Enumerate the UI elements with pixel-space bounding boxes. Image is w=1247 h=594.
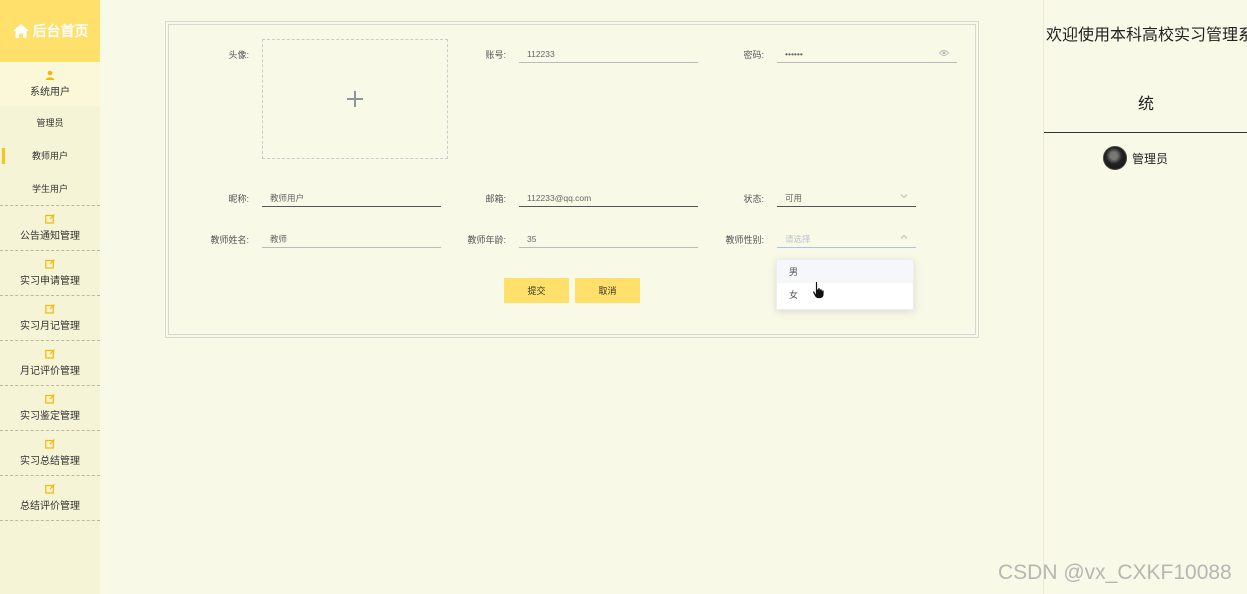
eye-icon[interactable] bbox=[939, 49, 949, 57]
status-select[interactable]: 可用 bbox=[777, 189, 916, 207]
nickname-value: 教师用户 bbox=[270, 192, 305, 203]
gender-dropdown: 男 女 bbox=[776, 259, 914, 310]
menu-label: 实习总结管理 bbox=[20, 456, 80, 467]
edit-icon bbox=[45, 304, 55, 314]
nickname-label: 昵称: bbox=[228, 194, 249, 204]
edit-icon bbox=[45, 439, 55, 449]
menu-head[interactable]: 实习月记管理 bbox=[0, 296, 100, 340]
menu-head[interactable]: 公告通知管理 bbox=[0, 206, 100, 250]
avatar-upload[interactable] bbox=[262, 39, 448, 159]
cancel-button[interactable]: 取消 bbox=[575, 278, 640, 303]
divider bbox=[1044, 132, 1247, 133]
plus-icon bbox=[347, 91, 363, 107]
edit-icon bbox=[45, 349, 55, 359]
username: 管理员 bbox=[1132, 151, 1169, 166]
menu-head[interactable]: 总结评价管理 bbox=[0, 476, 100, 520]
user-icon bbox=[45, 70, 55, 80]
menu-head[interactable]: 实习总结管理 bbox=[0, 431, 100, 475]
chevron-down-icon bbox=[900, 194, 908, 199]
teacher-name-input[interactable]: 教师 bbox=[262, 230, 441, 248]
email-input[interactable]: 112233@qq.com bbox=[519, 189, 698, 207]
teacher-gender-placeholder: 请选择 bbox=[785, 233, 811, 244]
status-label: 状态: bbox=[743, 194, 764, 204]
right-panel: 欢迎使用本科高校实习管理系 统 管理员 bbox=[1043, 0, 1247, 594]
home-link[interactable]: 后台首页 bbox=[0, 0, 100, 62]
menu-summary-review[interactable]: 总结评价管理 bbox=[0, 476, 100, 521]
nickname-input[interactable]: 教师用户 bbox=[262, 189, 441, 207]
sub-item-student[interactable]: 学生用户 bbox=[0, 172, 100, 205]
teacher-age-input[interactable]: 35 bbox=[519, 230, 698, 248]
sub-item-teacher[interactable]: 教师用户 bbox=[0, 139, 100, 172]
sidebar: 后台首页 系统用户 管理员 教师用户 学生用户 公告通知管理 实习申请管理 实习… bbox=[0, 0, 100, 594]
account-value: 112233 bbox=[527, 48, 555, 59]
menu-apply[interactable]: 实习申请管理 bbox=[0, 251, 100, 296]
password-input[interactable]: •••••• bbox=[777, 45, 957, 63]
brand-title: 后台首页 bbox=[32, 23, 89, 39]
email-label: 邮箱: bbox=[485, 194, 506, 204]
menu-head[interactable]: 月记评价管理 bbox=[0, 341, 100, 385]
user-info[interactable]: 管理员 bbox=[1103, 146, 1168, 170]
menu-monthly-review[interactable]: 月记评价管理 bbox=[0, 341, 100, 386]
menu-label: 月记评价管理 bbox=[20, 366, 80, 377]
gender-option-female[interactable]: 女 bbox=[777, 283, 913, 306]
password-value: •••••• bbox=[785, 48, 803, 59]
gender-option-male[interactable]: 男 bbox=[777, 260, 913, 283]
status-value: 可用 bbox=[785, 192, 803, 203]
hand-cursor-icon bbox=[812, 281, 825, 299]
menu-monthly[interactable]: 实习月记管理 bbox=[0, 296, 100, 341]
menu-label: 公告通知管理 bbox=[20, 231, 80, 242]
account-input[interactable]: 112233 bbox=[519, 45, 698, 63]
menu-group-users: 系统用户 管理员 教师用户 学生用户 bbox=[0, 62, 100, 206]
menu-label: 实习月记管理 bbox=[20, 321, 80, 332]
teacher-name-value: 教师 bbox=[270, 233, 288, 244]
teacher-name-label: 教师姓名: bbox=[210, 235, 249, 245]
password-label: 密码: bbox=[743, 50, 764, 60]
menu-system-users[interactable]: 系统用户 bbox=[0, 62, 100, 106]
avatar bbox=[1103, 146, 1127, 170]
menu-appraisal[interactable]: 实习鉴定管理 bbox=[0, 386, 100, 431]
teacher-age-value: 35 bbox=[527, 233, 537, 244]
edit-icon bbox=[45, 214, 55, 224]
menu-label: 系统用户 bbox=[30, 87, 70, 98]
edit-icon bbox=[45, 484, 55, 494]
teacher-gender-select[interactable]: 请选择 bbox=[777, 230, 916, 248]
watermark: CSDN @vx_CXKF10088 bbox=[998, 561, 1232, 584]
submit-button[interactable]: 提交 bbox=[504, 278, 569, 303]
email-value: 112233@qq.com bbox=[527, 192, 592, 203]
welcome-title-continued: 统 bbox=[1137, 96, 1154, 113]
sub-item-admin[interactable]: 管理员 bbox=[0, 106, 100, 139]
menu-head[interactable]: 实习鉴定管理 bbox=[0, 386, 100, 430]
edit-icon bbox=[45, 394, 55, 404]
teacher-age-label: 教师年龄: bbox=[467, 235, 506, 245]
menu-summary[interactable]: 实习总结管理 bbox=[0, 431, 100, 476]
home-icon bbox=[12, 24, 29, 38]
chevron-up-icon bbox=[900, 234, 908, 239]
edit-icon bbox=[45, 259, 55, 269]
menu-notice[interactable]: 公告通知管理 bbox=[0, 206, 100, 251]
account-label: 账号: bbox=[485, 50, 506, 60]
welcome-title: 欢迎使用本科高校实习管理系 bbox=[1046, 27, 1247, 44]
menu-head[interactable]: 实习申请管理 bbox=[0, 251, 100, 295]
menu-label: 实习鉴定管理 bbox=[20, 411, 80, 422]
teacher-gender-label: 教师性别: bbox=[725, 235, 764, 245]
menu-label: 总结评价管理 bbox=[20, 501, 80, 512]
menu-label: 实习申请管理 bbox=[20, 276, 80, 287]
avatar-label: 头像: bbox=[228, 50, 249, 60]
